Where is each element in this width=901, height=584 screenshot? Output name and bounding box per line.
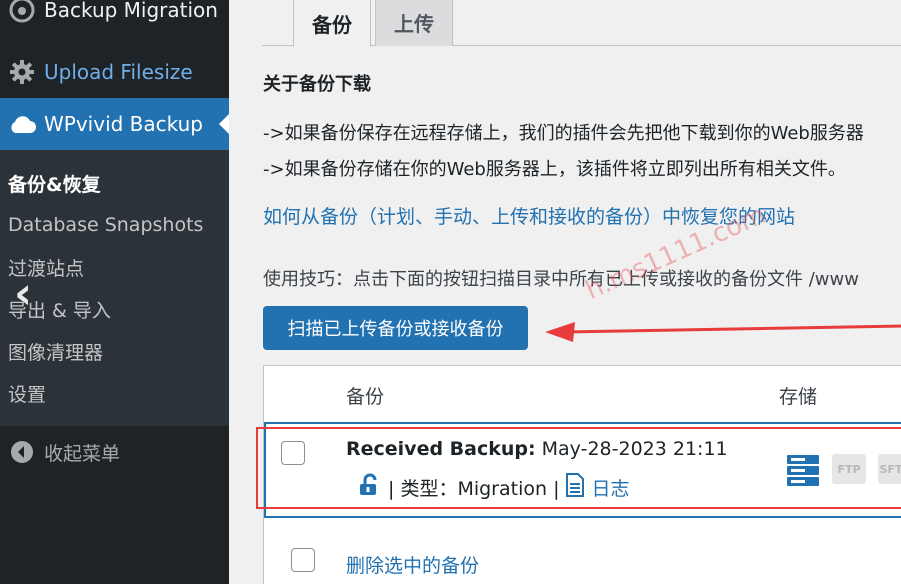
- submenu-export-import[interactable]: 导出 & 导入: [0, 288, 229, 330]
- tab-backup[interactable]: 备份: [293, 0, 371, 47]
- sidebar-item-label: WPvivid Backup: [44, 112, 203, 136]
- admin-sidebar: Backup Migration Upload Filesize WPvivid…: [0, 0, 229, 584]
- sidebar-item-backup-migration[interactable]: Backup Migration: [0, 0, 229, 36]
- submenu-database-snapshots[interactable]: Database Snapshots: [0, 204, 229, 246]
- cloud-icon: [0, 114, 44, 134]
- back-chevron-icon[interactable]: ‹: [14, 272, 32, 316]
- backup-migration-icon: [0, 0, 44, 23]
- submenu-image-cleaner[interactable]: 图像清理器: [0, 330, 229, 372]
- scan-uploaded-backups-button[interactable]: 扫描已上传备份或接收备份: [263, 306, 528, 350]
- main-content: 备份 上传 关于备份下载 ->如果备份保存在远程存储上，我们的插件会先把他下载到…: [229, 0, 901, 584]
- sidebar-item-label: Backup Migration: [44, 0, 218, 22]
- red-arrow-annotation: [545, 322, 901, 342]
- info-local-storage: ->如果备份存储在你的Web服务器上，该插件将立即列出所有相关文件。: [263, 159, 846, 180]
- usage-tip: 使用技巧：点击下面的按钮扫描目录中所有已上传或接收的备份文件 /www: [263, 269, 859, 290]
- column-header-storage: 存储: [779, 386, 818, 408]
- about-backup-download-heading: 关于备份下载: [263, 74, 371, 95]
- collapse-menu-label: 收起菜单: [44, 442, 121, 465]
- tab-upload[interactable]: 上传: [375, 0, 453, 46]
- collapse-arrow-icon: [0, 440, 44, 464]
- gear-icon: [0, 59, 44, 85]
- sidebar-item-upload-filesize[interactable]: Upload Filesize: [0, 46, 229, 98]
- sidebar-submenu: 备份&恢复 Database Snapshots 过渡站点 导出 & 导入 图像…: [0, 150, 229, 426]
- submenu-backup-restore[interactable]: 备份&恢复: [0, 162, 229, 204]
- column-header-backup: 备份: [346, 386, 385, 408]
- sidebar-item-wpvivid-backup[interactable]: WPvivid Backup: [0, 98, 229, 150]
- submenu-settings[interactable]: 设置: [0, 372, 229, 414]
- info-remote-storage: ->如果备份保存在远程存储上，我们的插件会先把他下载到你的Web服务器: [263, 123, 864, 144]
- select-all-checkbox[interactable]: [291, 548, 315, 572]
- submenu-staging[interactable]: 过渡站点: [0, 246, 229, 288]
- delete-selected-backups-link[interactable]: 删除选中的备份: [346, 551, 479, 578]
- sidebar-item-label: Upload Filesize: [44, 60, 193, 84]
- collapse-menu-button[interactable]: 收起菜单: [0, 426, 229, 478]
- red-highlight-annotation: [256, 427, 901, 509]
- tab-bar: 备份 上传: [262, 0, 901, 47]
